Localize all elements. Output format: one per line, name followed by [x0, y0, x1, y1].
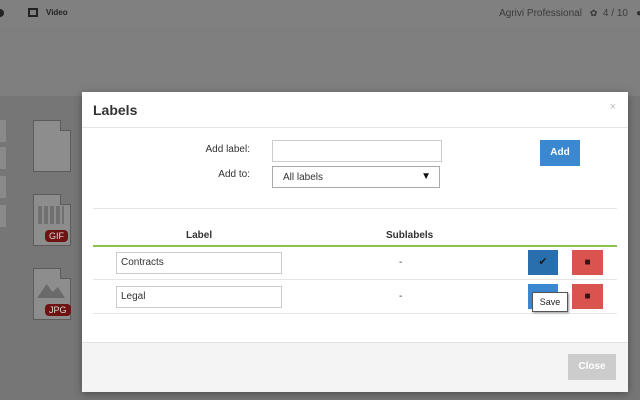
label-name-input[interactable]: Contracts — [116, 252, 282, 274]
gif-grid-icon — [38, 206, 64, 224]
add-label-caption: Add label: — [205, 144, 250, 155]
leaf-icon: ✿ — [589, 8, 598, 18]
side-tab[interactable] — [0, 176, 6, 198]
label-name-input[interactable]: Legal — [116, 286, 282, 308]
column-header-label: Label — [186, 230, 213, 241]
section-divider — [93, 208, 617, 209]
add-to-select[interactable]: All labels ▼ — [272, 166, 440, 188]
modal-footer: Close — [82, 342, 628, 392]
nav-video-link[interactable]: Video — [46, 8, 68, 17]
delete-button[interactable]: ■ — [572, 250, 603, 275]
close-button[interactable]: Close — [568, 354, 616, 380]
save-button[interactable]: ✔ — [528, 250, 558, 275]
file-type-badge: JPG — [45, 304, 71, 316]
trash-icon: ■ — [584, 257, 591, 268]
file-icon — [33, 120, 71, 172]
top-nav: Video — [0, 8, 68, 17]
add-to-caption: Add to: — [218, 169, 250, 180]
sublabels-cell: - — [399, 291, 403, 302]
delete-button[interactable]: ■ — [572, 284, 603, 309]
check-icon: ✔ — [538, 256, 548, 268]
plan-count: 4 / 10 — [602, 8, 628, 19]
table-row: Contracts - ✔ ■ — [93, 247, 617, 280]
side-tab[interactable] — [0, 205, 6, 227]
trash-icon: ■ — [584, 291, 591, 302]
add-label-input[interactable] — [272, 140, 442, 162]
top-bar: Video Agrivi Professional ✿ 4 / 10 ● — [0, 0, 640, 28]
file-thumbnail-gif[interactable]: GIF — [33, 194, 73, 246]
file-thumbnail-jpg[interactable]: JPG — [33, 268, 73, 320]
sublabels-cell: - — [399, 257, 403, 268]
close-icon[interactable]: × — [610, 101, 616, 113]
save-tooltip: Save — [532, 292, 568, 312]
add-button[interactable]: Add — [540, 140, 580, 166]
side-tab[interactable] — [0, 147, 6, 169]
file-thumbnail-blank[interactable] — [33, 120, 73, 172]
file-type-badge: GIF — [45, 230, 68, 242]
user-icon[interactable]: ● — [636, 8, 640, 19]
film-icon — [28, 8, 38, 17]
nav-dot-icon — [0, 8, 4, 17]
add-to-selected-value: All labels — [283, 172, 324, 183]
caret-down-icon: ▼ — [421, 171, 431, 182]
labels-modal: Labels × Add label: Add to: All labels ▼… — [82, 92, 628, 392]
modal-header: Labels × — [82, 92, 628, 128]
plan-info: Agrivi Professional ✿ 4 / 10 ● — [499, 8, 640, 19]
side-tab[interactable] — [0, 120, 6, 142]
modal-title: Labels — [93, 102, 138, 118]
plan-name: Agrivi Professional — [499, 8, 582, 19]
column-header-sublabels: Sublabels — [386, 230, 434, 241]
